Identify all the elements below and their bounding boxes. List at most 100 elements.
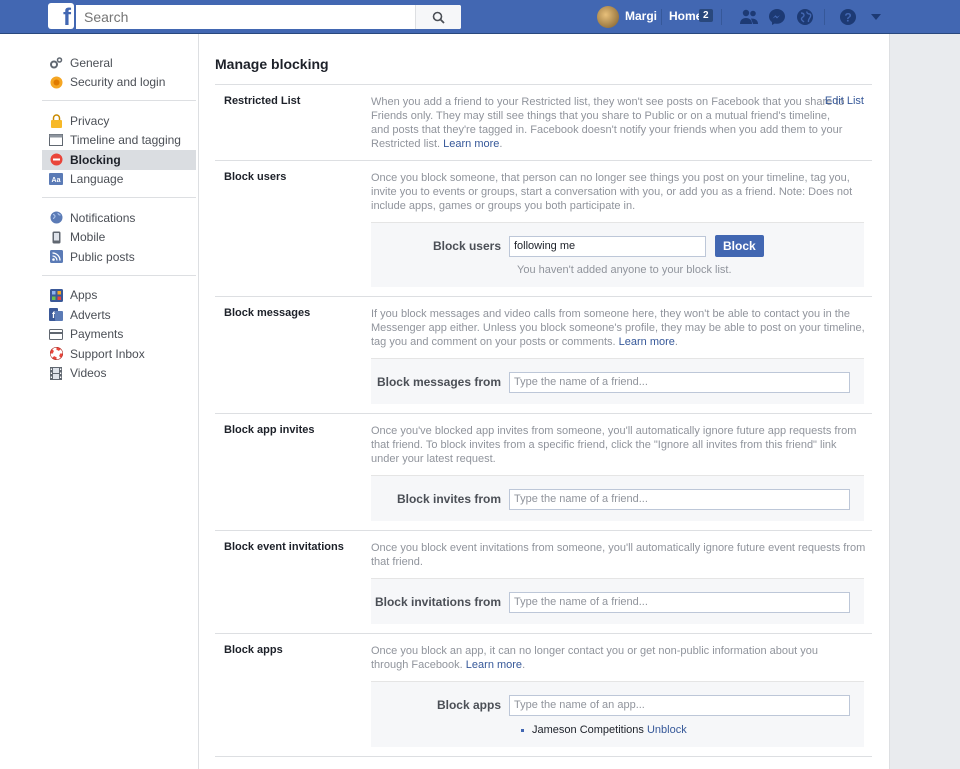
sidebar-item-mobile[interactable]: Mobile [42, 228, 196, 248]
unblock-link[interactable]: Unblock [647, 724, 687, 736]
avatar[interactable] [597, 6, 619, 28]
block-apps-section: Block apps Once you block an app, it can… [215, 634, 872, 757]
block-apps-form: Block apps Jameson Competitions Unblock [371, 681, 864, 747]
block-messages-form: Block messages from [371, 358, 864, 404]
sidebar-item-label: Public posts [70, 249, 135, 264]
block-users-input[interactable] [509, 235, 706, 257]
search-icon [432, 11, 445, 24]
learn-more-link[interactable]: Learn more [619, 336, 675, 348]
block-app-invites-section: Block app invites Once you've blocked ap… [215, 414, 872, 531]
divider [721, 9, 722, 25]
language-icon: Aa [49, 172, 63, 186]
sidebar-item-label: Notifications [70, 210, 136, 225]
form-row: Block invites from [371, 488, 864, 510]
sidebar-item-adverts[interactable]: f Adverts [42, 305, 196, 325]
section-description: If you block messages and video calls fr… [371, 307, 866, 349]
sidebar-divider [198, 34, 199, 769]
page-title: Manage blocking [215, 56, 872, 85]
rss-icon [49, 250, 63, 264]
sidebar-item-general[interactable]: General [42, 53, 196, 73]
edit-list-link[interactable]: Edit List [825, 95, 864, 107]
form-label: Block messages from [376, 375, 501, 389]
sidebar-item-label: Blocking [70, 152, 121, 167]
block-icon [49, 153, 63, 167]
notifications-button[interactable] [795, 7, 815, 27]
form-label: Block apps [436, 698, 501, 712]
messenger-icon [769, 9, 785, 25]
search-box [76, 5, 461, 29]
sidebar-item-blocking[interactable]: Blocking [42, 150, 196, 170]
sidebar-group: Privacy Timeline and tagging Blocking Aa… [42, 110, 196, 198]
sidebar-item-public-posts[interactable]: Public posts [42, 247, 196, 267]
search-button[interactable] [415, 5, 461, 29]
section-description: Once you block event invitations from so… [371, 542, 866, 568]
adverts-icon: f [49, 308, 63, 322]
divider [824, 9, 825, 25]
caret-down-icon [871, 14, 881, 20]
help-button[interactable]: ? [838, 7, 858, 27]
period: . [499, 138, 503, 150]
friend-requests-button[interactable] [739, 7, 759, 27]
sidebar-item-label: Privacy [70, 113, 110, 128]
bullet [521, 728, 524, 732]
sidebar-item-notifications[interactable]: Notifications [42, 208, 196, 228]
account-menu-button[interactable] [866, 7, 886, 27]
sidebar-item-apps[interactable]: Apps [42, 286, 196, 306]
sidebar-item-language[interactable]: Aa Language [42, 170, 196, 190]
block-invitations-input[interactable] [509, 591, 850, 613]
section-description: Once you block an app, it can no longer … [371, 644, 846, 672]
sidebar-item-payments[interactable]: Payments [42, 325, 196, 345]
messages-button[interactable] [767, 7, 787, 27]
profile-name-link[interactable]: Margi [625, 9, 657, 23]
section-label: Block users [224, 171, 287, 183]
block-messages-section: Block messages If you block messages and… [215, 297, 872, 414]
sidebar-item-timeline-tagging[interactable]: Timeline and tagging [42, 131, 196, 151]
section-label: Block event invitations [224, 541, 344, 553]
form-row: Block apps [371, 694, 864, 716]
timeline-icon [49, 133, 63, 147]
form-row: Block invitations from [371, 591, 864, 613]
block-apps-input[interactable] [509, 694, 850, 716]
sidebar-item-security[interactable]: Security and login [42, 73, 196, 93]
sidebar-item-label: Apps [70, 288, 98, 303]
card-icon [49, 327, 63, 341]
friends-icon [740, 9, 758, 24]
search-input[interactable] [84, 5, 414, 29]
sidebar-group: Notifications Mobile Public posts [42, 207, 196, 276]
block-users-form: Block users Block You haven't added anyo… [371, 222, 864, 287]
form-row: Block users Block [371, 235, 864, 257]
block-invites-input[interactable] [509, 488, 850, 510]
sidebar-item-label: Videos [70, 366, 107, 381]
block-messages-input[interactable] [509, 371, 850, 393]
period: . [522, 659, 526, 671]
svg-text:?: ? [844, 11, 851, 25]
apps-icon [49, 288, 63, 302]
block-button[interactable]: Block [715, 235, 764, 257]
lock-icon [49, 114, 63, 128]
sidebar-group: General Security and login [42, 52, 196, 101]
learn-more-link[interactable]: Learn more [466, 659, 522, 671]
manage-blocking-panel: Manage blocking Restricted List When you… [215, 56, 872, 757]
facebook-logo-icon[interactable]: f [48, 3, 74, 31]
sidebar-item-label: Language [70, 172, 124, 187]
learn-more-link[interactable]: Learn more [443, 138, 499, 150]
form-label: Block users [432, 239, 501, 253]
settings-sidebar: General Security and login Privacy Timel… [42, 52, 196, 400]
section-description: Once you've blocked app invites from som… [371, 425, 857, 465]
settings-page: General Security and login Privacy Timel… [0, 34, 890, 769]
block-users-section: Block users Once you block someone, that… [215, 161, 872, 297]
mobile-icon [49, 230, 63, 244]
home-link[interactable]: Home [669, 9, 702, 23]
sidebar-item-privacy[interactable]: Privacy [42, 111, 196, 131]
block-invitations-form: Block invitations from [371, 578, 864, 624]
period: . [674, 336, 678, 348]
block-list-status: You haven't added anyone to your block l… [517, 264, 732, 276]
sidebar-item-support-inbox[interactable]: Support Inbox [42, 344, 196, 364]
section-label: Block apps [224, 644, 283, 656]
globe-icon [49, 211, 63, 225]
sidebar-item-videos[interactable]: Videos [42, 364, 196, 384]
sidebar-item-label: Security and login [70, 75, 166, 90]
section-label: Restricted List [224, 95, 301, 107]
block-event-invitations-section: Block event invitations Once you block e… [215, 531, 872, 634]
sidebar-item-label: Support Inbox [70, 346, 145, 361]
